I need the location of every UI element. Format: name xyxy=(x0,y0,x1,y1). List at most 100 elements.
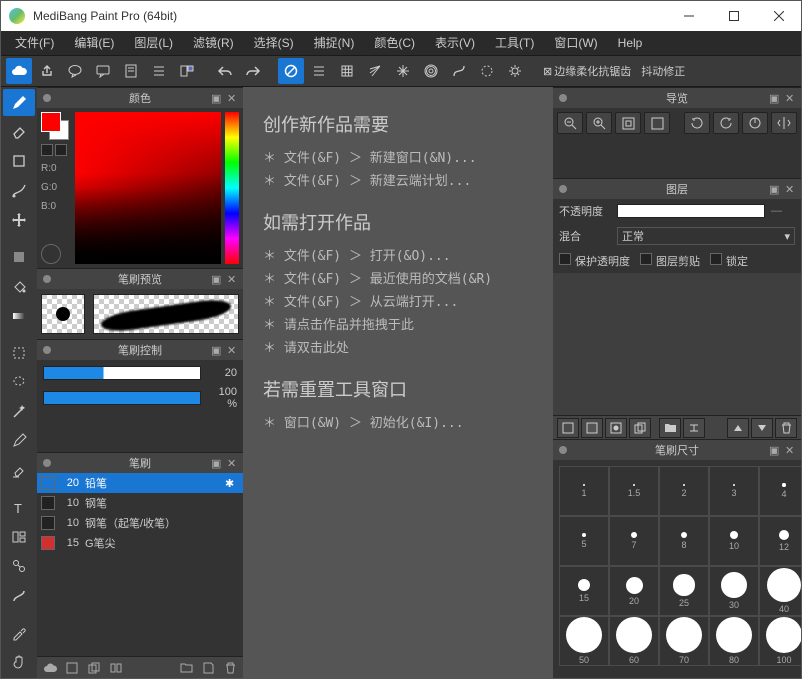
popout-icon[interactable]: ▣ xyxy=(769,444,781,456)
brush-size-cell[interactable]: 30 xyxy=(709,566,759,616)
protect-alpha-checkbox[interactable]: 保护透明度 xyxy=(559,253,630,269)
menu-view[interactable]: 表示(V) xyxy=(425,31,485,55)
divide-tool-icon[interactable] xyxy=(3,582,35,609)
blend-mode-select[interactable]: 正常▾ xyxy=(617,227,795,245)
comment-icon[interactable] xyxy=(62,58,88,84)
snap-grid-icon[interactable] xyxy=(334,58,360,84)
brush-size-cell[interactable]: 50 xyxy=(559,616,609,666)
snap-settings-icon[interactable] xyxy=(502,58,528,84)
menu-window[interactable]: 窗口(W) xyxy=(544,31,607,55)
layer-delete-icon[interactable] xyxy=(775,418,797,438)
menu-filter[interactable]: 滤镜(R) xyxy=(183,31,244,55)
hue-slider[interactable] xyxy=(225,112,239,264)
snap-vanish-icon[interactable] xyxy=(474,58,500,84)
undo-button[interactable] xyxy=(212,58,238,84)
layer-new-mask-icon[interactable] xyxy=(605,418,627,438)
clipping-checkbox[interactable]: 图层剪贴 xyxy=(640,253,700,269)
brush-size-cell[interactable]: 7 xyxy=(609,516,659,566)
brush-size-cell[interactable]: 5 xyxy=(559,516,609,566)
share-icon[interactable] xyxy=(34,58,60,84)
close-icon[interactable]: ✕ xyxy=(227,457,239,469)
selecterase-tool-icon[interactable] xyxy=(3,457,35,484)
layer-list[interactable] xyxy=(553,273,801,415)
selectpen-tool-icon[interactable] xyxy=(3,428,35,455)
snap-radial-icon[interactable] xyxy=(390,58,416,84)
brush-list-item[interactable]: 10钢笔（起笔/收笔） xyxy=(37,513,243,533)
material-icon[interactable] xyxy=(174,58,200,84)
menu-file[interactable]: 文件(F) xyxy=(5,31,64,55)
brush-size-cell[interactable]: 10 xyxy=(709,516,759,566)
close-button[interactable] xyxy=(756,1,801,31)
flip-icon[interactable] xyxy=(771,112,797,134)
brush-size-cell[interactable]: 15 xyxy=(559,566,609,616)
gradient-tool-icon[interactable] xyxy=(3,302,35,329)
text-tool-icon[interactable]: T xyxy=(3,494,35,521)
popout-icon[interactable]: ▣ xyxy=(211,273,223,285)
brush-add-cloud-icon[interactable] xyxy=(41,659,59,677)
canvas-area[interactable]: 创作新作品需要 ＊ 文件(&F) ＞ 新建窗口(&N)... ＊ 文件(&F) … xyxy=(243,87,553,678)
color-picker[interactable] xyxy=(75,112,221,264)
actual-size-icon[interactable] xyxy=(644,112,670,134)
brush-add-icon[interactable] xyxy=(63,659,81,677)
zoom-out-icon[interactable] xyxy=(557,112,583,134)
menu-select[interactable]: 选择(S) xyxy=(244,31,304,55)
brush-size-cell[interactable]: 12 xyxy=(759,516,801,566)
brush-size-cell[interactable]: 8 xyxy=(659,516,709,566)
menu-layer[interactable]: 图层(L) xyxy=(124,31,183,55)
snap-off-icon[interactable] xyxy=(278,58,304,84)
brush-size-cell[interactable]: 40 xyxy=(759,566,801,616)
brush-size-cell[interactable]: 70 xyxy=(659,616,709,666)
popout-icon[interactable]: ▣ xyxy=(769,183,781,195)
brush-list-item[interactable]: 20铅笔✱ xyxy=(37,473,243,493)
dot-tool-icon[interactable] xyxy=(3,177,35,204)
move-tool-icon[interactable] xyxy=(3,206,35,233)
close-icon[interactable]: ✕ xyxy=(785,183,797,195)
menu-tool[interactable]: 工具(T) xyxy=(485,31,544,55)
brush-size-cell[interactable]: 2 xyxy=(659,466,709,516)
select-rect-tool-icon[interactable] xyxy=(3,339,35,366)
close-icon[interactable]: ✕ xyxy=(785,444,797,456)
reset-swatch-icon[interactable] xyxy=(55,144,67,156)
bucket-tool-icon[interactable] xyxy=(3,273,35,300)
brush-size-cell[interactable]: 100 xyxy=(759,616,801,666)
shape-brush-tool-icon[interactable] xyxy=(3,148,35,175)
layer-new-color-icon[interactable] xyxy=(581,418,603,438)
lock-checkbox[interactable]: 锁定 xyxy=(710,253,748,269)
snap-curve-icon[interactable] xyxy=(446,58,472,84)
color-swatch[interactable] xyxy=(41,112,69,140)
rotate-reset-icon[interactable] xyxy=(742,112,768,134)
color-wheel-icon[interactable] xyxy=(41,244,61,264)
snap-circle-icon[interactable] xyxy=(418,58,444,84)
menu-edit[interactable]: 编辑(E) xyxy=(64,31,124,55)
aa-toggle[interactable]: ⊠边缘柔化抗锯齿 xyxy=(543,63,631,79)
brush-size-cell[interactable]: 25 xyxy=(659,566,709,616)
redo-button[interactable] xyxy=(240,58,266,84)
layer-dup-icon[interactable] xyxy=(629,418,651,438)
layer-merge-icon[interactable] xyxy=(683,418,705,438)
close-icon[interactable]: ✕ xyxy=(227,344,239,356)
menu-color[interactable]: 颜色(C) xyxy=(364,31,425,55)
popout-icon[interactable]: ▣ xyxy=(211,92,223,104)
brush-delete-icon[interactable] xyxy=(221,659,239,677)
brush-list-item[interactable]: 15G笔尖 xyxy=(37,533,243,553)
close-icon[interactable]: ✕ xyxy=(227,92,239,104)
brush-size-slider[interactable] xyxy=(43,366,201,380)
brush-size-cell[interactable]: 1 xyxy=(559,466,609,516)
opacity-slider[interactable] xyxy=(617,204,765,218)
lasso-tool-icon[interactable] xyxy=(3,369,35,396)
list-icon[interactable] xyxy=(146,58,172,84)
snap-perspective-icon[interactable] xyxy=(362,58,388,84)
close-icon[interactable]: ✕ xyxy=(227,273,239,285)
minimize-button[interactable] xyxy=(666,1,711,31)
rotate-ccw-icon[interactable] xyxy=(684,112,710,134)
brush-dup-icon[interactable] xyxy=(85,659,103,677)
maximize-button[interactable] xyxy=(711,1,756,31)
close-icon[interactable]: ✕ xyxy=(785,92,797,104)
popout-icon[interactable]: ▣ xyxy=(211,344,223,356)
brush-size-cell[interactable]: 60 xyxy=(609,616,659,666)
zoom-in-icon[interactable] xyxy=(586,112,612,134)
eyedropper-tool-icon[interactable] xyxy=(3,619,35,646)
chat-icon[interactable] xyxy=(90,58,116,84)
brush-size-cell[interactable]: 1.5 xyxy=(609,466,659,516)
layer-down-icon[interactable] xyxy=(751,418,773,438)
